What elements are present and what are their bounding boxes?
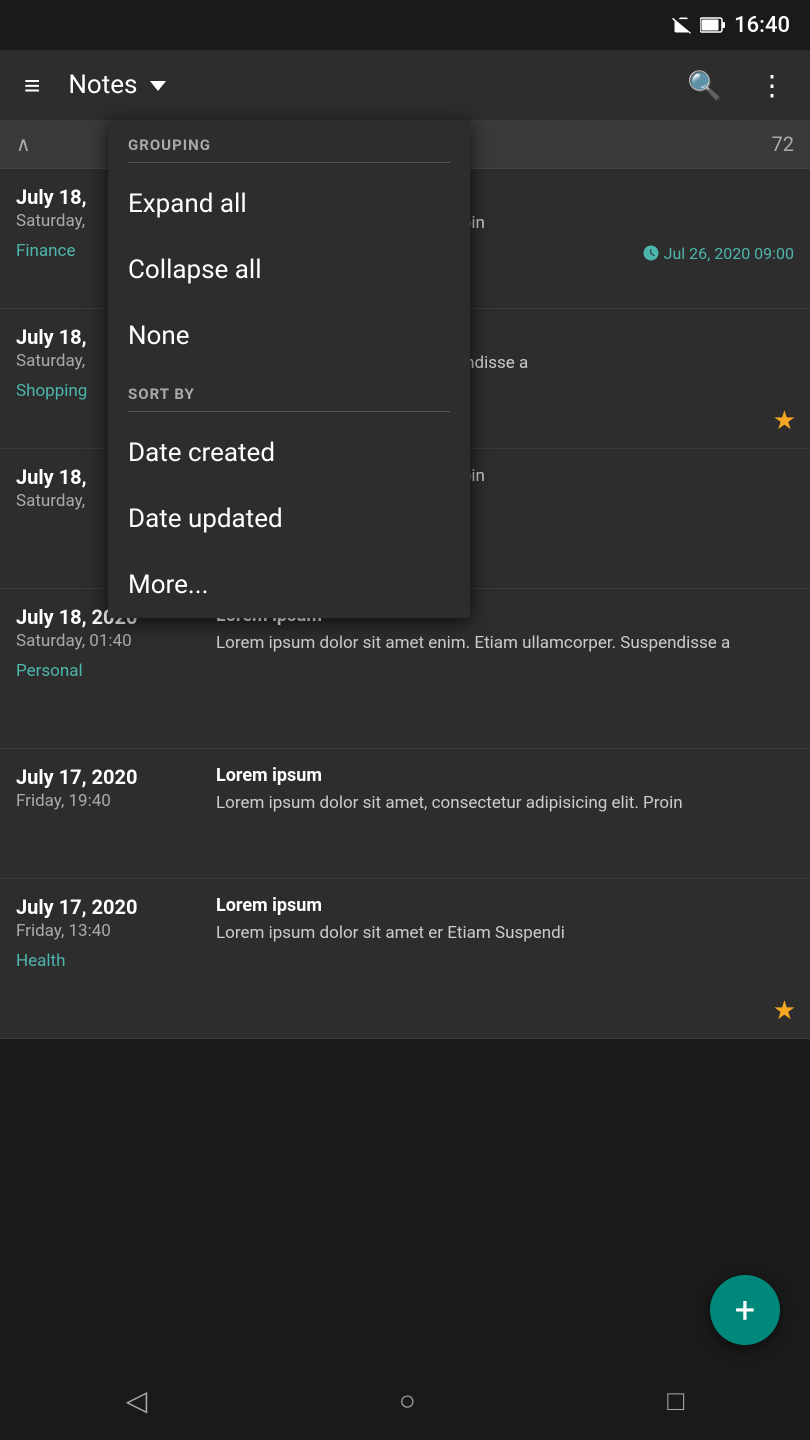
sort-by-divider bbox=[128, 411, 450, 412]
note-body-5: Lorem ipsum dolor sit amet, consectetur … bbox=[216, 792, 794, 816]
note-date-sub-4: Saturday, 01:40 bbox=[16, 631, 204, 651]
status-icons: 16:40 bbox=[672, 13, 790, 38]
no-sim-icon bbox=[672, 15, 692, 35]
expand-all-item[interactable]: Expand all bbox=[108, 171, 470, 237]
toolbar: ≡ Notes 🔍 ⋮ bbox=[0, 50, 810, 120]
back-icon[interactable]: ◁ bbox=[126, 1384, 148, 1417]
sort-by-label: SORT BY bbox=[108, 369, 470, 411]
add-note-fab[interactable]: + bbox=[710, 1275, 780, 1345]
battery-icon bbox=[700, 16, 726, 34]
group-count: 72 bbox=[772, 132, 794, 156]
note-body-6: Lorem ipsum dolor sit amet er Etiam Susp… bbox=[216, 922, 794, 946]
note-content-4: Lorem ipsum Lorem ipsum dolor sit amet e… bbox=[216, 605, 794, 732]
note-star-6: ★ bbox=[773, 996, 796, 1026]
note-date-sub-5: Friday, 19:40 bbox=[16, 791, 204, 811]
note-date-left-5: July 17, 2020 Friday, 19:40 bbox=[16, 765, 216, 862]
note-star-2: ★ bbox=[773, 406, 796, 436]
note-content-5: Lorem ipsum Lorem ipsum dolor sit amet, … bbox=[216, 765, 794, 862]
note-tag-6: Health bbox=[16, 951, 204, 971]
status-bar: 16:40 bbox=[0, 0, 810, 50]
menu-icon[interactable]: ≡ bbox=[16, 61, 48, 110]
note-date-sub-6: Friday, 13:40 bbox=[16, 921, 204, 941]
home-icon[interactable]: ○ bbox=[399, 1384, 416, 1417]
recent-icon[interactable]: □ bbox=[667, 1384, 684, 1417]
nav-bar: ◁ ○ □ bbox=[0, 1360, 810, 1440]
note-date-left-6: July 17, 2020 Friday, 13:40 Health bbox=[16, 895, 216, 1022]
more-options-icon[interactable]: ⋮ bbox=[750, 61, 794, 110]
note-card-6[interactable]: July 17, 2020 Friday, 13:40 Health Lorem… bbox=[0, 879, 810, 1039]
note-date-main-5: July 17, 2020 bbox=[16, 765, 204, 789]
search-icon[interactable]: 🔍 bbox=[679, 61, 730, 110]
none-item[interactable]: None bbox=[108, 303, 470, 369]
collapse-icon[interactable]: ∧ bbox=[16, 132, 31, 156]
collapse-all-item[interactable]: Collapse all bbox=[108, 237, 470, 303]
app-title: Notes bbox=[68, 70, 659, 100]
note-title-5: Lorem ipsum bbox=[216, 765, 794, 786]
note-body-4: Lorem ipsum dolor sit amet enim. Etiam u… bbox=[216, 632, 794, 656]
date-updated-item[interactable]: Date updated bbox=[108, 486, 470, 552]
note-content-6: Lorem ipsum Lorem ipsum dolor sit amet e… bbox=[216, 895, 794, 1022]
note-card-5[interactable]: July 17, 2020 Friday, 19:40 Lorem ipsum … bbox=[0, 749, 810, 879]
date-created-item[interactable]: Date created bbox=[108, 420, 470, 486]
note-date-main-6: July 17, 2020 bbox=[16, 895, 204, 919]
note-tag-4: Personal bbox=[16, 661, 204, 681]
status-time: 16:40 bbox=[734, 13, 790, 38]
title-dropdown-arrow bbox=[150, 81, 166, 91]
grouping-dropdown: GROUPING Expand all Collapse all None SO… bbox=[108, 120, 470, 618]
reminder-text-1: Jul 26, 2020 09:00 bbox=[664, 244, 794, 263]
note-title-6: Lorem ipsum bbox=[216, 895, 794, 916]
grouping-divider bbox=[128, 162, 450, 163]
note-date-left-4: July 18, 2020 Saturday, 01:40 Personal bbox=[16, 605, 216, 732]
more-item[interactable]: More... bbox=[108, 552, 470, 618]
grouping-label: GROUPING bbox=[108, 120, 470, 162]
